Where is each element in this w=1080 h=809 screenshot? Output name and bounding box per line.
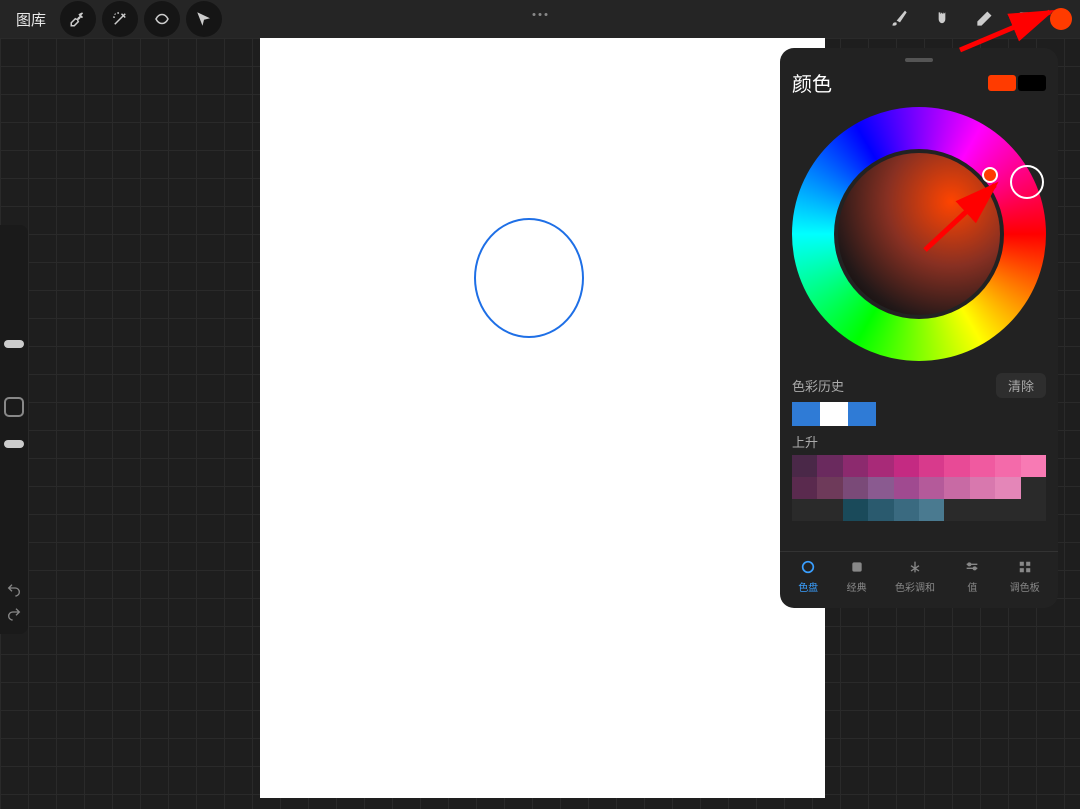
- saturation-disc[interactable]: [838, 153, 1000, 315]
- trending-section: 上升: [792, 432, 1046, 521]
- brush-button[interactable]: [882, 1, 918, 37]
- panel-title: 颜色: [792, 68, 832, 97]
- opacity-slider[interactable]: [4, 440, 24, 448]
- hue-cursor[interactable]: [1010, 165, 1044, 199]
- primary-swatch[interactable]: [988, 75, 1016, 91]
- wrench-icon: [69, 10, 87, 28]
- layers-icon: [1016, 9, 1036, 29]
- tab-classic[interactable]: 经典: [847, 558, 867, 594]
- trending-label: 上升: [792, 432, 1046, 451]
- smudge-button[interactable]: [924, 1, 960, 37]
- redo-icon: [6, 606, 22, 622]
- menu-dots[interactable]: [533, 13, 548, 16]
- undo-redo-group: [0, 570, 28, 634]
- grid-icon: [1016, 558, 1034, 576]
- eraser-button[interactable]: [966, 1, 1002, 37]
- redo-button[interactable]: [0, 602, 28, 626]
- harmony-icon: [906, 558, 924, 576]
- history-label: 色彩历史: [792, 376, 844, 395]
- top-toolbar: 图库: [0, 0, 1080, 38]
- panel-drag-handle[interactable]: [905, 58, 933, 62]
- sv-cursor[interactable]: [982, 167, 998, 183]
- toolbar-right: [882, 1, 1072, 37]
- drawn-circle-shape: [474, 218, 584, 338]
- tab-disc-label: 色盘: [798, 579, 818, 594]
- brush-icon: [890, 9, 910, 29]
- clear-history-button[interactable]: 清除: [996, 373, 1046, 398]
- color-mode-tabs: 色盘 经典 色彩调和 值 调色板: [780, 551, 1058, 600]
- layers-button[interactable]: [1008, 1, 1044, 37]
- disc-icon: [799, 558, 817, 576]
- color-panel: 颜色 色彩历史 清除 上升 色盘 经典: [780, 48, 1058, 608]
- canvas[interactable]: [260, 38, 825, 798]
- undo-button[interactable]: [0, 578, 28, 602]
- adjust-button[interactable]: [102, 1, 138, 37]
- wand-icon: [111, 10, 129, 28]
- panel-header: 颜色: [792, 68, 1046, 97]
- current-color-button[interactable]: [1050, 8, 1072, 30]
- secondary-swatch[interactable]: [1018, 75, 1046, 91]
- eraser-icon: [974, 9, 994, 29]
- tab-disc[interactable]: 色盘: [798, 558, 818, 594]
- smudge-icon: [932, 9, 952, 29]
- wrench-button[interactable]: [60, 1, 96, 37]
- brush-size-slider[interactable]: [4, 340, 24, 348]
- history-swatch[interactable]: [848, 402, 876, 426]
- square-icon: [848, 558, 866, 576]
- toolbar-left: 图库: [8, 1, 222, 37]
- tab-palettes-label: 调色板: [1010, 579, 1040, 594]
- transform-button[interactable]: [186, 1, 222, 37]
- tab-palettes[interactable]: 调色板: [1010, 558, 1040, 594]
- tab-harmony[interactable]: 色彩调和: [895, 558, 935, 594]
- history-swatch[interactable]: [792, 402, 820, 426]
- undo-icon: [6, 582, 22, 598]
- trending-palette[interactable]: [792, 455, 1046, 521]
- select-icon: [153, 10, 171, 28]
- history-header: 色彩历史 清除: [792, 373, 1046, 398]
- select-button[interactable]: [144, 1, 180, 37]
- tab-value[interactable]: 值: [963, 558, 981, 594]
- modify-button[interactable]: [4, 397, 24, 417]
- tab-harmony-label: 色彩调和: [895, 579, 935, 594]
- arrow-icon: [195, 10, 213, 28]
- sidebar-controls: [0, 225, 28, 605]
- gallery-button[interactable]: 图库: [8, 5, 54, 34]
- color-history-row[interactable]: [792, 402, 1046, 426]
- tab-value-label: 值: [967, 579, 977, 594]
- color-wheel[interactable]: [792, 107, 1046, 361]
- history-swatch[interactable]: [820, 402, 848, 426]
- tab-classic-label: 经典: [847, 579, 867, 594]
- sliders-icon: [963, 558, 981, 576]
- swatch-pair[interactable]: [988, 75, 1046, 91]
